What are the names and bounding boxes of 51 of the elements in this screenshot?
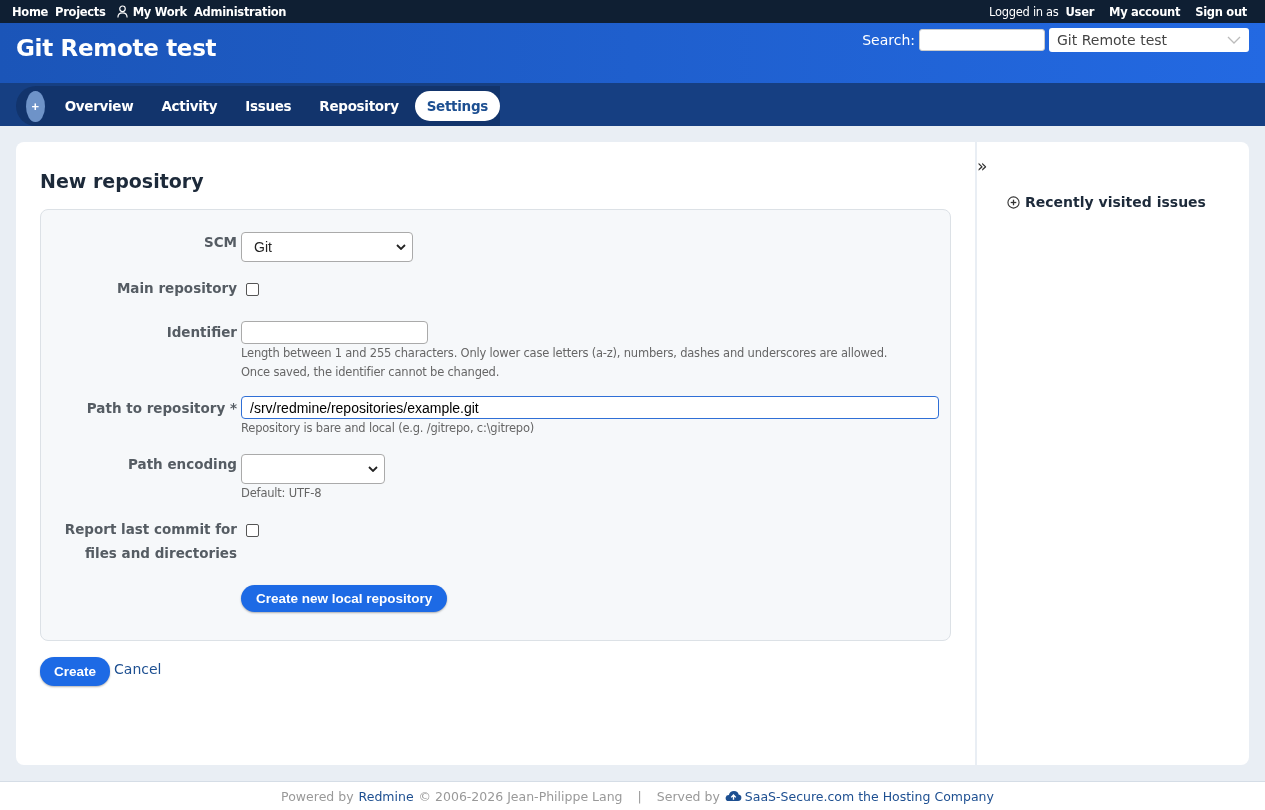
recent-issues-toggle[interactable]: Recently visited issues (1007, 194, 1249, 210)
menu-tab[interactable]: Activity (149, 91, 230, 121)
footer-link[interactable]: Redmine (358, 788, 414, 804)
menu-tab[interactable]: Repository (307, 91, 411, 121)
footer-text: Powered by (281, 788, 354, 804)
field-label: Path to repository * (86, 399, 237, 418)
field-hint: Default: UTF-8 (241, 485, 323, 502)
project-jump-select[interactable]: Git Remote test (1049, 28, 1249, 52)
footer-text: Served by (656, 788, 720, 804)
person-icon (116, 5, 128, 18)
field-label: SCM (203, 233, 237, 252)
checkbox[interactable] (246, 283, 259, 296)
project-title: Git Remote test (16, 35, 217, 61)
top-menu-link[interactable]: Administration (193, 4, 287, 19)
scm-select[interactable]: Git (241, 232, 413, 262)
caret-icon (396, 244, 406, 250)
user-link[interactable]: User (1065, 4, 1095, 19)
caret-icon (368, 466, 378, 472)
field-label: Main repository (116, 279, 237, 298)
field-label: Path encoding (128, 455, 237, 474)
account-link[interactable]: Sign out (1195, 4, 1247, 19)
field-hint: Length between 1 and 255 characters. Only lower case letters (a-z), numbers, dashes and underscores are allowed. (241, 345, 889, 362)
top-menu-link[interactable]: My Work (112, 4, 187, 19)
encoding-select[interactable] (241, 454, 385, 484)
footer-separator: | (637, 788, 642, 804)
checkbox[interactable] (246, 524, 259, 537)
page-title: New repository (40, 170, 205, 192)
logged-in-text: Logged in as (989, 4, 1059, 19)
field-label: Report last commit for files and directories (63, 520, 237, 563)
menu-tab[interactable]: Issues (233, 91, 304, 121)
footer-link[interactable]: SaaS-Secure.com the Hosting Company (724, 788, 994, 804)
chevron-icon (1227, 36, 1241, 44)
search-field[interactable] (919, 29, 1045, 51)
field-hint: Repository is bare and local (e.g. /gitrepo, c:\gitrepo) (241, 420, 536, 437)
account-link[interactable]: My account (1109, 4, 1181, 19)
create-button[interactable]: Create (40, 657, 111, 686)
field-label: Identifier (166, 323, 237, 342)
search-label: Search: (862, 32, 915, 48)
identifier-field[interactable] (241, 321, 428, 344)
field-hint: Once saved, the identifier cannot be changed. (241, 364, 501, 381)
path-field[interactable]: /srv/redmine/repositories/example.git (241, 396, 939, 419)
menu-tab[interactable]: Overview (52, 91, 146, 121)
top-menu-link[interactable]: Home (12, 4, 49, 19)
expand-icon (1007, 195, 1020, 209)
cancel-link[interactable]: Cancel (114, 661, 162, 677)
top-menu-link[interactable]: Projects (55, 4, 106, 19)
cloud-upload-icon (724, 790, 742, 802)
sidebar-toggle[interactable]: » (977, 156, 988, 176)
create-local-repository-button[interactable]: Create new local repository (241, 585, 448, 612)
menu-tab[interactable]: Settings (414, 91, 500, 121)
footer-text: © 2006-2026 Jean-Philippe Lang (418, 788, 623, 804)
